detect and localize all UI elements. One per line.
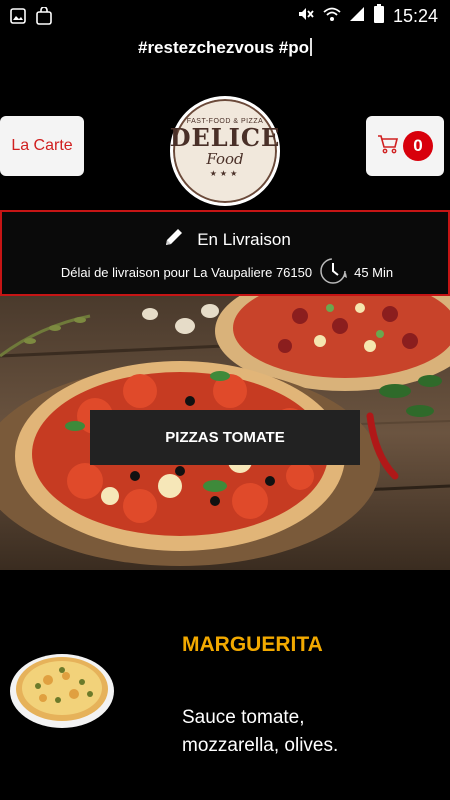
header: La Carte FAST-FOOD & PIZZA DELICE Food ★… xyxy=(0,96,450,206)
wifi-icon xyxy=(323,5,341,28)
cart-button[interactable]: 0 xyxy=(366,116,444,176)
product-description: Sauce tomate, mozzarella, olives. xyxy=(182,707,339,756)
cart-count-badge: 0 xyxy=(403,131,433,161)
marquee-text: #restezchezvous #po xyxy=(137,38,309,57)
pencil-icon[interactable] xyxy=(163,226,185,253)
logo[interactable]: FAST-FOOD & PIZZA DELICE Food ★★★ xyxy=(170,96,280,206)
logo-sub-text: Food xyxy=(206,150,244,168)
product-card[interactable]: MARGUERITA Sauce tomate, mozzarella, oli… xyxy=(0,570,450,800)
delivery-info-text: Délai de livraison pour La Vaupaliere 76… xyxy=(60,265,313,280)
logo-stars: ★★★ xyxy=(209,169,241,178)
menu-button-label: La Carte xyxy=(11,137,73,154)
status-bar: 15:24 xyxy=(0,0,450,32)
clock-icon xyxy=(318,256,348,289)
battery-icon xyxy=(373,4,385,29)
delivery-mode: En Livraison xyxy=(197,229,291,249)
delivery-box[interactable]: En Livraison Délai de livraison pour La … xyxy=(0,210,450,296)
logo-main-text: DELICE xyxy=(169,123,281,152)
bag-icon xyxy=(36,6,52,30)
image-icon xyxy=(10,8,26,29)
mute-icon xyxy=(297,5,315,28)
cart-icon xyxy=(377,134,399,159)
signal-icon xyxy=(349,5,365,28)
hero-pizza-image: PIZZAS TOMATE xyxy=(0,296,450,570)
category-button-pizzas-tomate[interactable]: PIZZAS TOMATE xyxy=(90,410,360,465)
delivery-time: 45 Min xyxy=(354,265,394,280)
promo-marquee: #restezchezvous #po xyxy=(0,38,450,58)
category-button-label: PIZZAS TOMATE xyxy=(165,429,285,446)
text-cursor xyxy=(310,38,312,56)
status-time: 15:24 xyxy=(392,6,438,26)
product-image xyxy=(10,654,114,728)
product-name: MARGUERITA xyxy=(182,633,323,656)
menu-button[interactable]: La Carte xyxy=(0,116,84,176)
